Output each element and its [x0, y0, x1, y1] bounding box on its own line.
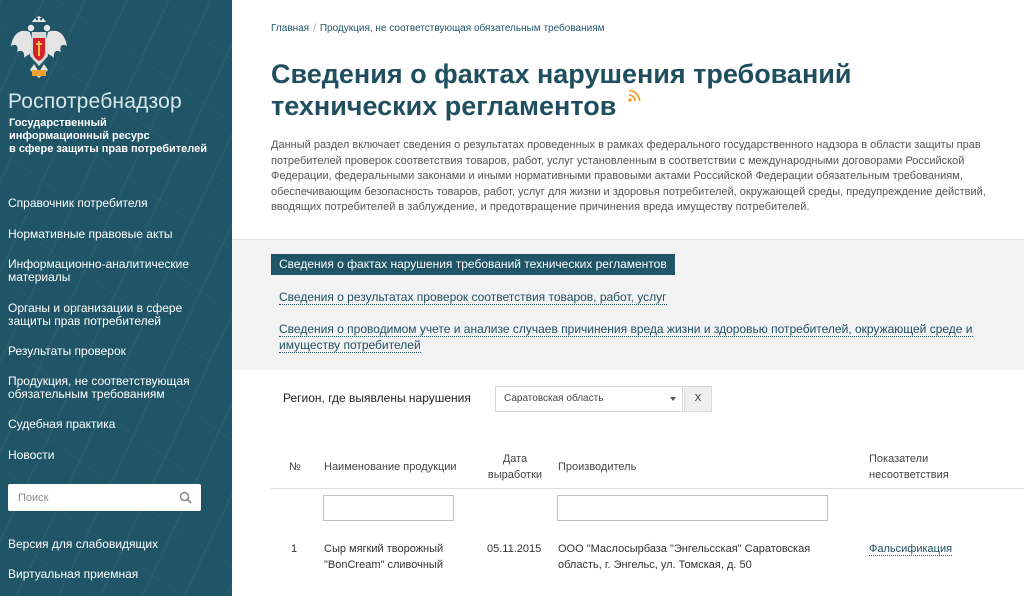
nav-item-news[interactable]: Новости [8, 449, 223, 462]
tab-harm-analysis-label: Сведения о проводимом учете и анализе сл… [279, 322, 973, 353]
search-box [8, 484, 201, 511]
brand-subtitle-line: в сфере защиты прав потребителей [9, 143, 207, 155]
nav-item-analytics[interactable]: Информационно-аналитические материалы [8, 258, 198, 284]
virtual-reception-link[interactable]: Виртуальная приемная [8, 568, 223, 581]
row-date: 05.11.2015 [487, 543, 542, 555]
tab-inspection-results[interactable]: Сведения о результатах проверок соответс… [279, 289, 667, 305]
rss-icon[interactable] [628, 89, 641, 102]
nav-item-organizations[interactable]: Органы и организации в сфере защиты прав… [8, 302, 198, 328]
breadcrumb-home[interactable]: Главная [271, 23, 309, 34]
table-header-divider [271, 488, 1024, 489]
row-indicator[interactable]: Фальсификация [869, 541, 953, 557]
region-label: Регион, где выявлены нарушения [283, 391, 471, 405]
brand-subtitle: Государственный информационный ресурс в … [9, 117, 219, 156]
row-number: 1 [291, 543, 298, 555]
nav-item-court-practice[interactable]: Судебная практика [8, 418, 223, 431]
search-input[interactable] [8, 484, 168, 511]
row-manufacturer: ООО "Маслосырбаза "Энгельсская" Саратовс… [558, 543, 811, 571]
nav-item-consumer-guide[interactable]: Справочник потребителя [8, 197, 223, 210]
nav-item-noncompliant-products[interactable]: Продукция, не соответствующая обязательн… [8, 375, 198, 401]
coat-of-arms-logo[interactable] [10, 16, 68, 80]
accessibility-version-link[interactable]: Версия для слабовидящих [8, 538, 223, 551]
nav-item-inspection-results[interactable]: Результаты проверок [8, 345, 223, 358]
brand-name[interactable]: Роспотребнадзор [8, 90, 182, 114]
search-icon[interactable] [179, 491, 192, 504]
breadcrumb-separator: / [313, 23, 316, 34]
region-clear-button[interactable]: X [684, 386, 712, 412]
region-select-value: Саратовская область [504, 393, 604, 404]
row-product: Сыр мягкий творожный "BonCream" сливочны… [324, 543, 444, 571]
nav-item-legal-acts[interactable]: Нормативные правовые акты [8, 228, 223, 241]
sidebar: Роспотребнадзор Государственный информац… [0, 0, 232, 596]
row-indicator-link[interactable]: Фальсификация [869, 543, 953, 556]
tab-technical-regulations[interactable]: Сведения о фактах нарушения требований т… [271, 254, 675, 275]
product-filter-input[interactable] [323, 495, 454, 521]
brand-subtitle-line: Государственный [9, 117, 107, 129]
manufacturer-filter-input[interactable] [557, 495, 828, 521]
brand-subtitle-line: информационный ресурс [9, 130, 150, 142]
intro-text: Данный раздел включает сведения о резуль… [271, 139, 986, 213]
region-select[interactable]: Саратовская область [495, 386, 683, 412]
chevron-down-icon [670, 397, 676, 401]
breadcrumb: Главная / Продукция, не соответствующая об… [271, 23, 605, 34]
column-header-indicators[interactable]: Показатели несоответствия [869, 451, 969, 483]
breadcrumb-current[interactable]: Продукция, не соответствующая обязательн… [320, 23, 605, 34]
column-header-product[interactable]: Наименование продукции [324, 459, 457, 475]
column-header-number: № [289, 461, 301, 473]
column-header-manufacturer[interactable]: Производитель [558, 459, 636, 475]
tab-inspection-results-label: Сведения о результатах проверок соответс… [279, 290, 667, 305]
page-title: Сведения о фактах нарушения требований т… [271, 59, 852, 121]
tab-harm-analysis[interactable]: Сведения о проводимом учете и анализе сл… [279, 321, 999, 353]
column-header-date[interactable]: Дата выработки [483, 451, 547, 483]
